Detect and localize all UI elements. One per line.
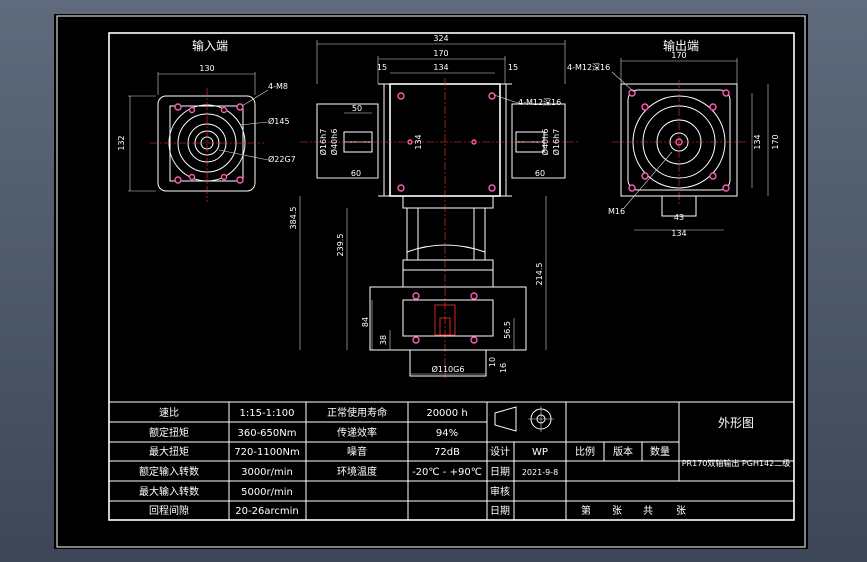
dim-text: Ø22G7 (268, 154, 296, 164)
output-hole (722, 184, 730, 192)
drawing-name: 外形图 (718, 416, 754, 430)
spec-value: 360-650Nm (237, 428, 296, 439)
input-hole (188, 106, 196, 114)
flange-hole (412, 336, 420, 344)
version-label: 版本 (613, 445, 633, 458)
spec-value: 94% (436, 428, 458, 439)
scale-label: 比例 (575, 445, 595, 458)
spec-label: 额定输入转数 (139, 465, 199, 478)
dim-text: 84 (361, 317, 370, 327)
output-hole (628, 89, 636, 97)
spec-label: 传递效率 (337, 426, 377, 439)
spec-value: 720-1100Nm (234, 447, 299, 458)
dim-text: Ø40h6 (329, 129, 339, 156)
dim-text: M16 (608, 207, 625, 216)
dim-text: 16 (499, 363, 508, 373)
dim-text: 60 (535, 169, 545, 178)
dim-text: 134 (671, 229, 686, 238)
output-hole (628, 184, 636, 192)
input-hole (236, 176, 244, 184)
dim-text: Ø110G6 (432, 364, 465, 374)
body-hole (397, 184, 405, 192)
dim-text: Ø145 (268, 116, 290, 126)
spec-label: 正常使用寿命 (327, 406, 387, 419)
page-no-label: 第 (581, 504, 591, 517)
spec-label: 环境温度 (337, 465, 377, 478)
body-hole (397, 92, 405, 100)
spec-label: 速比 (159, 407, 179, 419)
dim-text: 239.5 (336, 234, 345, 257)
spec-value: 3000r/min (241, 467, 293, 478)
output-hole (641, 172, 649, 180)
page-sheet-label: 张 (612, 505, 622, 517)
spec-value: 20-26arcmin (235, 506, 298, 517)
dim-text: 132 (117, 135, 126, 150)
output-hole (709, 103, 717, 111)
date2-label: 日期 (490, 505, 510, 517)
spec-value: -20℃ - +90℃ (412, 467, 482, 478)
body-hole (488, 184, 496, 192)
flange-hole (412, 292, 420, 300)
input-hole (220, 173, 228, 181)
dim-text: 134 (753, 134, 762, 149)
dim-text: Ø16h7 (318, 129, 328, 156)
body-hole (488, 92, 496, 100)
dim-text: 50 (352, 104, 362, 113)
dim-text: 43 (674, 213, 684, 222)
cad-sheet: 输入端 130 132 4-M8 Ø145 Ø22G7 324 170 134 … (54, 14, 808, 549)
dim-text: Ø16h7 (551, 129, 561, 156)
spec-value: 72dB (434, 447, 460, 458)
spec-label: 最大扭矩 (149, 445, 189, 458)
output-hole (709, 172, 717, 180)
dim-text: 4-M8 (268, 82, 288, 91)
dim-text: 60 (351, 169, 361, 178)
spec-value: 5000r/min (241, 487, 293, 498)
dim-text: 214.5 (535, 263, 544, 286)
dim-text: 384.5 (289, 207, 298, 230)
spec-value: 1:15-1:100 (240, 408, 295, 419)
page-sheet2-label: 张 (676, 505, 686, 517)
dim-text: 15 (377, 63, 387, 72)
input-hole (174, 103, 182, 111)
spec-label: 噪音 (347, 445, 367, 458)
spec-label: 回程间隙 (149, 504, 189, 517)
design-value: WP (532, 447, 548, 458)
qty-label: 数量 (650, 445, 670, 458)
page-total-label: 共 (643, 505, 653, 517)
dim-text: 4-M12深16 (518, 98, 561, 107)
dim-text: 134 (433, 63, 448, 72)
input-view-title: 输入端 (192, 38, 228, 53)
dim-text: 170 (771, 134, 780, 149)
input-hole (220, 106, 228, 114)
spec-value: 20000 h (426, 408, 467, 419)
dim-text: Ø40h6 (540, 129, 550, 156)
review-label: 审核 (490, 485, 510, 498)
design-label: 设计 (490, 445, 510, 458)
input-hole (174, 176, 182, 184)
flange-hole (470, 292, 478, 300)
spec-label: 最大输入转数 (139, 485, 199, 498)
dim-text: 134 (414, 134, 423, 149)
model-text: PR170双轴输出 PGH142二级 (682, 458, 791, 468)
dim-text: 170 (433, 49, 448, 58)
dim-text: 56.5 (503, 321, 512, 339)
input-hole (188, 173, 196, 181)
dim-text: 324 (433, 34, 448, 43)
dim-text: 130 (199, 64, 214, 73)
dim-text: 38 (379, 335, 388, 345)
output-hole (641, 103, 649, 111)
input-hole (236, 103, 244, 111)
spec-label: 额定扭矩 (149, 426, 189, 439)
dim-text: 170 (671, 51, 686, 60)
flange-hole (470, 336, 478, 344)
dim-text: 4-M12深16 (567, 63, 610, 72)
dim-text: 10 (488, 357, 497, 367)
date-label: 日期 (490, 466, 510, 478)
date-value: 2021-9-8 (522, 468, 558, 477)
dim-text: 15 (508, 63, 518, 72)
output-hole (722, 89, 730, 97)
